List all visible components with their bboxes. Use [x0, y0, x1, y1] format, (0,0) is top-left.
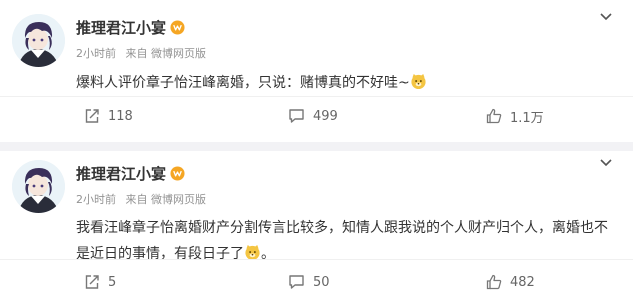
- action-bar: 118 499 1.1万: [0, 98, 633, 134]
- repost-count: 5: [108, 274, 117, 290]
- post-source: 来自 微博网页版: [125, 47, 207, 60]
- like-count: 1.1万: [510, 110, 544, 126]
- author-name[interactable]: 推理君江小宴: [76, 163, 185, 184]
- repost-icon: [85, 109, 99, 123]
- author-name[interactable]: 推理君江小宴: [76, 17, 185, 38]
- like-count: 482: [510, 274, 535, 290]
- comment-count: 50: [313, 274, 330, 290]
- avatar[interactable]: [12, 160, 65, 213]
- comment-button[interactable]: 499: [288, 98, 338, 134]
- post-card: 推理君江小宴 2小时前 来自 微博网页版 我看汪峰章子怡离婚财产分割传言比较多，…: [0, 151, 633, 303]
- vip-badge-icon: [170, 166, 185, 181]
- chevron-down-icon[interactable]: [599, 12, 613, 22]
- vip-badge-icon: [170, 20, 185, 35]
- comment-icon: [289, 275, 304, 289]
- thumbs-up-icon: [486, 274, 502, 290]
- doge-emoji-icon: [411, 73, 426, 90]
- like-button[interactable]: 1.1万: [486, 98, 544, 134]
- repost-button[interactable]: 118: [84, 98, 133, 134]
- author-name-text[interactable]: 推理君江小宴: [76, 19, 166, 37]
- post-source: 来自 微博网页版: [125, 193, 207, 206]
- chevron-down-icon[interactable]: [599, 158, 613, 168]
- repost-button[interactable]: 5: [84, 264, 116, 300]
- comment-button[interactable]: 50: [288, 264, 330, 300]
- comment-icon: [289, 109, 304, 123]
- author-name-text[interactable]: 推理君江小宴: [76, 165, 166, 183]
- divider: [0, 259, 633, 260]
- divider: [0, 96, 633, 97]
- post-text-body: 爆料人评价章子怡汪峰离婚，只说：赌博真的不好哇~: [76, 75, 410, 91]
- post-time[interactable]: 2小时前: [76, 193, 116, 206]
- weibo-feed: 推理君江小宴 2小时前 来自 微博网页版 爆料人评价章子怡汪峰离婚，只说：赌博真…: [0, 0, 633, 303]
- post-meta: 2小时前 来自 微博网页版: [76, 191, 212, 207]
- post-text: 爆料人评价章子怡汪峰离婚，只说：赌博真的不好哇~: [76, 70, 616, 96]
- post-text-body: 我看汪峰章子怡离婚财产分割传言比较多，知情人跟我说的个人财产归个人，离婚也不是近…: [76, 220, 608, 262]
- comment-count: 499: [313, 108, 338, 124]
- repost-count: 118: [108, 108, 133, 124]
- repost-icon: [85, 275, 99, 289]
- avatar[interactable]: [12, 14, 65, 67]
- thumbs-up-icon: [486, 108, 502, 124]
- post-meta: 2小时前 来自 微博网页版: [76, 45, 212, 61]
- post-time[interactable]: 2小时前: [76, 47, 116, 60]
- action-bar: 5 50 482: [0, 264, 633, 300]
- like-button[interactable]: 482: [486, 264, 535, 300]
- post-card: 推理君江小宴 2小时前 来自 微博网页版 爆料人评价章子怡汪峰离婚，只说：赌博真…: [0, 0, 633, 142]
